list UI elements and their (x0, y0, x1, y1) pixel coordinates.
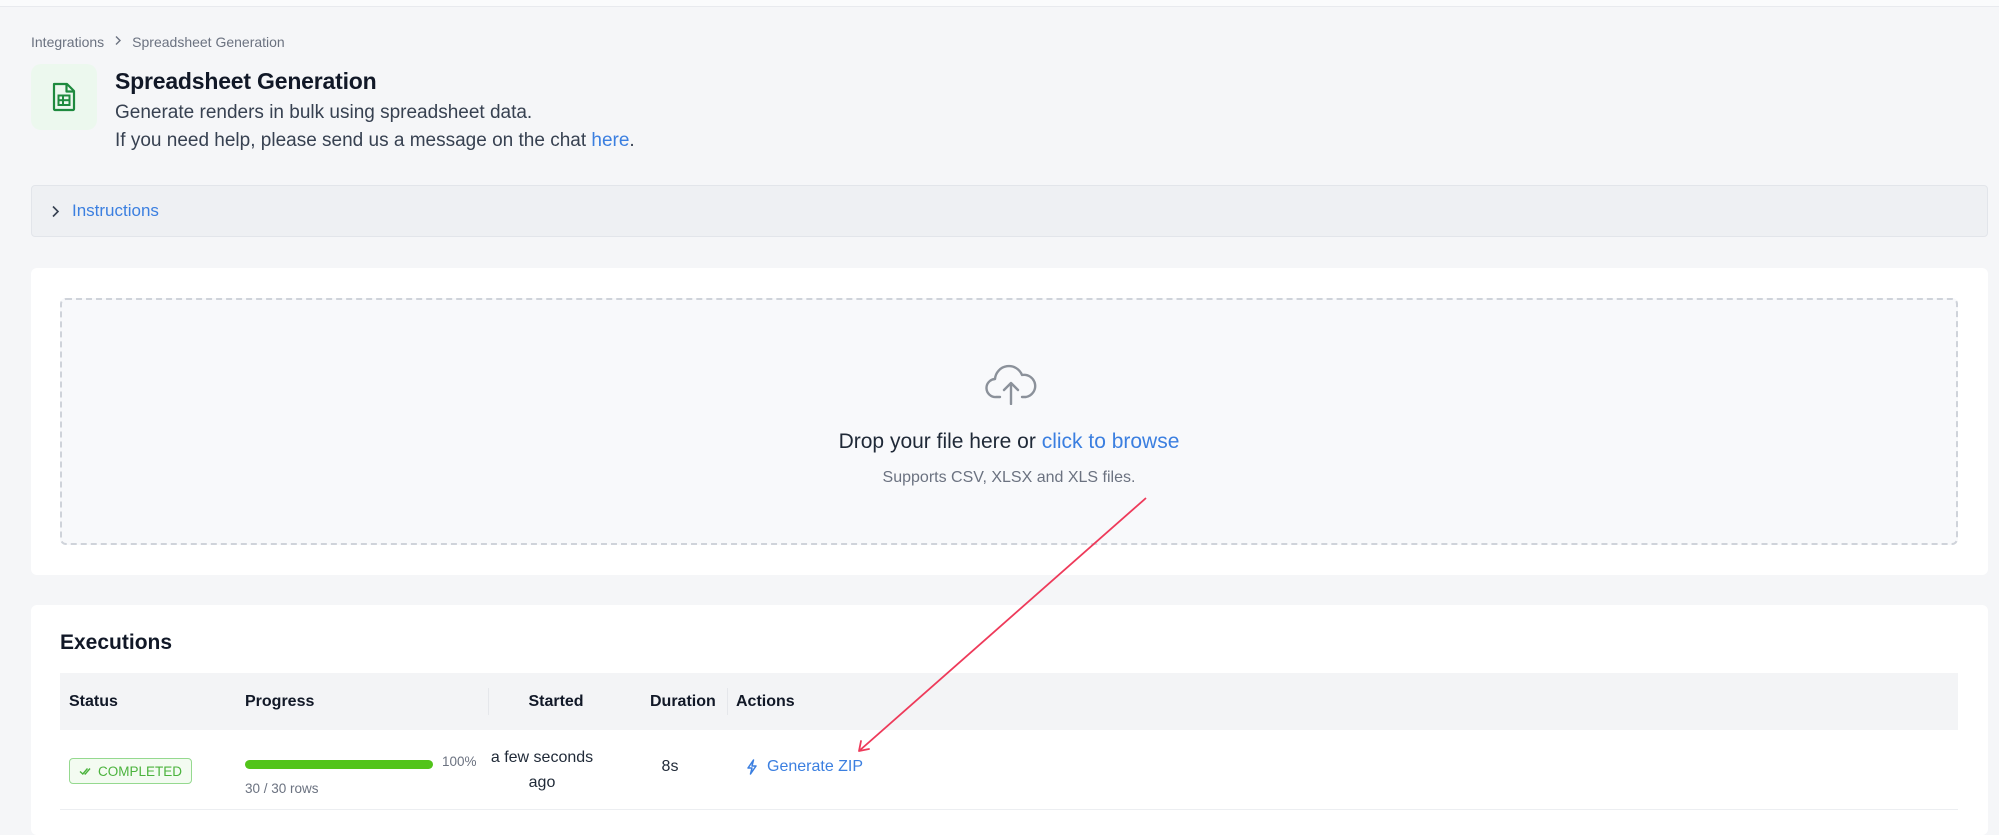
chevron-right-icon (114, 35, 122, 49)
executions-card: Executions Status Progress Started Durat… (31, 605, 1988, 835)
help-link[interactable]: here (591, 130, 629, 151)
column-header-started-label: Started (528, 692, 584, 710)
column-header-actions-label: Actions (736, 692, 795, 710)
help-suffix: . (629, 130, 635, 151)
column-header-progress: Progress (245, 692, 315, 710)
breadcrumb-integrations[interactable]: Integrations (31, 34, 104, 50)
browse-link[interactable]: click to browse (1042, 430, 1180, 453)
breadcrumb: Integrations Spreadsheet Generation (31, 34, 285, 50)
progress-percent: 100% (442, 754, 477, 769)
supported-formats: Supports CSV, XLSX and XLS files. (882, 469, 1136, 486)
started-cell: a few seconds ago (474, 745, 610, 795)
lightning-icon (746, 759, 758, 775)
generate-zip-label: Generate ZIP (767, 758, 864, 775)
top-bar (0, 0, 1999, 7)
page-description: Generate renders in bulk using spreadshe… (115, 102, 533, 123)
progress-rows: 30 / 30 rows (245, 781, 319, 796)
status-text: COMPLETED (98, 763, 183, 779)
column-header-status: Status (69, 692, 118, 710)
executions-title: Executions (60, 631, 173, 654)
status-badge: COMPLETED (69, 758, 193, 784)
started-line1: a few seconds (490, 749, 594, 766)
page-header: Spreadsheet Generation Generate renders … (31, 64, 635, 152)
duration-cell: 8s (661, 758, 679, 775)
breadcrumb-current: Spreadsheet Generation (132, 34, 285, 50)
executions-table: Status Progress Started Duration Actions… (60, 673, 1958, 810)
page-help-text: If you need help, please send us a messa… (115, 130, 635, 152)
file-dropzone[interactable]: Drop your file here or click to browse S… (60, 298, 1958, 545)
progress-bar-fill (245, 760, 433, 769)
table-row: COMPLETED 100% 30 / 30 rows a few second… (60, 730, 1958, 810)
column-header-started: Started (488, 673, 624, 730)
generate-zip-button[interactable]: Generate ZIP (746, 758, 863, 776)
help-prefix: If you need help, please send us a messa… (115, 130, 592, 151)
started-line2: ago (528, 774, 556, 791)
double-check-icon (79, 766, 93, 776)
column-header-actions: Actions (727, 673, 795, 730)
spreadsheet-icon (31, 64, 97, 130)
drop-prompt-text: Drop your file here or (838, 430, 1042, 453)
instructions-label[interactable]: Instructions (72, 201, 159, 221)
progress-bar (245, 760, 433, 769)
instructions-collapse[interactable]: Instructions (31, 185, 1988, 237)
column-header-duration: Duration (650, 692, 716, 710)
cloud-upload-icon (985, 363, 1037, 410)
drop-prompt: Drop your file here or click to browse (62, 430, 1956, 454)
page-title: Spreadsheet Generation (115, 68, 377, 94)
chevron-right-icon (51, 205, 60, 218)
table-header: Status Progress Started Duration Actions (60, 673, 1958, 730)
upload-card: Drop your file here or click to browse S… (31, 268, 1988, 575)
